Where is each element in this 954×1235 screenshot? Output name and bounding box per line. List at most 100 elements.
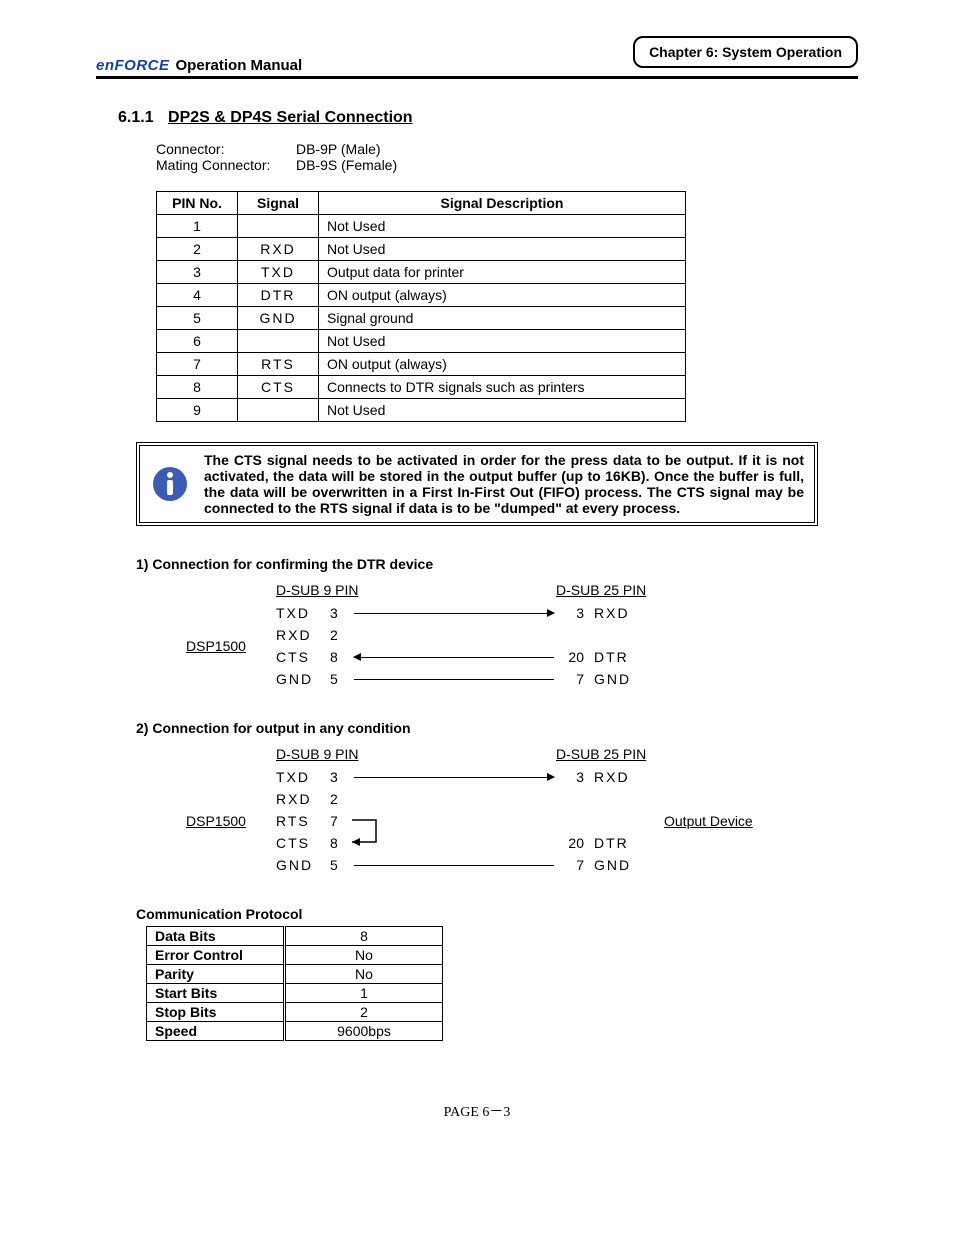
note-box: The CTS signal needs to be activated in … bbox=[136, 442, 818, 526]
proto-val: 9600bps bbox=[285, 1022, 443, 1041]
proto-key: Speed bbox=[147, 1022, 285, 1041]
cell-signal: CTS bbox=[238, 376, 319, 399]
cell-desc: Not Used bbox=[319, 330, 686, 353]
section-title: DP2S & DP4S Serial Connection bbox=[168, 109, 413, 126]
wire-row: CTS820DTR bbox=[276, 832, 654, 854]
wire-sig-right: DTR bbox=[584, 649, 654, 665]
cell-signal bbox=[238, 399, 319, 422]
wire-pin-left: 7 bbox=[330, 813, 350, 829]
cell-pin: 4 bbox=[157, 284, 238, 307]
cell-pin: 5 bbox=[157, 307, 238, 330]
wire-pin-right: 3 bbox=[558, 605, 584, 621]
d2-right-header: D-SUB 25 PIN bbox=[556, 746, 646, 762]
wire-sig-left: TXD bbox=[276, 769, 330, 785]
table-row: 7RTSON output (always) bbox=[157, 353, 686, 376]
wire-pin-right: 20 bbox=[558, 835, 584, 851]
wire-sig-left: GND bbox=[276, 857, 330, 873]
mating-connector-label: Mating Connector: bbox=[156, 157, 296, 173]
proto-key: Stop Bits bbox=[147, 1003, 285, 1022]
cell-signal: GND bbox=[238, 307, 319, 330]
table-row: 6 Not Used bbox=[157, 330, 686, 353]
wire-row: RTS7 bbox=[276, 810, 654, 832]
table-row: Speed9600bps bbox=[147, 1022, 443, 1041]
wire-sig-left: RTS bbox=[276, 813, 330, 829]
proto-key: Parity bbox=[147, 965, 285, 984]
proto-key: Start Bits bbox=[147, 984, 285, 1003]
wire-row: RXD2 bbox=[276, 788, 654, 810]
wire-row: GND57GND bbox=[276, 668, 654, 690]
table-row: Error ControlNo bbox=[147, 946, 443, 965]
wire-diagram-2: D-SUB 9 PIN D-SUB 25 PIN DSP1500 TXD33RX… bbox=[186, 746, 858, 876]
wire-row: TXD33RXD bbox=[276, 766, 654, 788]
brand-logo: enFORCE bbox=[96, 57, 170, 74]
wire-sig-left: CTS bbox=[276, 835, 330, 851]
cell-pin: 3 bbox=[157, 261, 238, 284]
table-row: 2RXDNot Used bbox=[157, 238, 686, 261]
d1-left-header: D-SUB 9 PIN bbox=[276, 582, 396, 598]
cell-desc: ON output (always) bbox=[319, 353, 686, 376]
proto-val: 1 bbox=[285, 984, 443, 1003]
d1-right-header: D-SUB 25 PIN bbox=[556, 582, 646, 598]
cell-pin: 7 bbox=[157, 353, 238, 376]
page-header: enFORCE Operation Manual Chapter 6: Syst… bbox=[96, 36, 858, 74]
brand-line: enFORCE Operation Manual bbox=[96, 57, 302, 74]
cell-desc: Connects to DTR signals such as printers bbox=[319, 376, 686, 399]
wire-pin-right: 3 bbox=[558, 769, 584, 785]
th-pin: PIN No. bbox=[157, 192, 238, 215]
cell-desc: ON output (always) bbox=[319, 284, 686, 307]
table-row: ParityNo bbox=[147, 965, 443, 984]
table-row: 1 Not Used bbox=[157, 215, 686, 238]
cell-signal: RTS bbox=[238, 353, 319, 376]
th-signal: Signal bbox=[238, 192, 319, 215]
diagram1-heading: 1) Connection for confirming the DTR dev… bbox=[136, 556, 858, 572]
protocol-table: Data Bits8Error ControlNoParityNoStart B… bbox=[146, 926, 443, 1041]
table-row: 8CTSConnects to DTR signals such as prin… bbox=[157, 376, 686, 399]
table-row: 3TXDOutput data for printer bbox=[157, 261, 686, 284]
table-row: 5GNDSignal ground bbox=[157, 307, 686, 330]
manual-title: Operation Manual bbox=[176, 57, 303, 74]
header-rule bbox=[96, 76, 858, 79]
proto-key: Error Control bbox=[147, 946, 285, 965]
wire-pin-left: 3 bbox=[330, 605, 350, 621]
proto-key: Data Bits bbox=[147, 927, 285, 946]
wire-sig-left: CTS bbox=[276, 649, 330, 665]
wire-sig-left: GND bbox=[276, 671, 330, 687]
cell-pin: 6 bbox=[157, 330, 238, 353]
wire-pin-left: 2 bbox=[330, 627, 350, 643]
cell-desc: Not Used bbox=[319, 238, 686, 261]
diagram2-heading: 2) Connection for output in any conditio… bbox=[136, 720, 858, 736]
warning-icon bbox=[150, 465, 190, 503]
cell-desc: Not Used bbox=[319, 399, 686, 422]
table-row: Start Bits1 bbox=[147, 984, 443, 1003]
proto-val: 2 bbox=[285, 1003, 443, 1022]
proto-val: No bbox=[285, 965, 443, 984]
table-row: 4DTRON output (always) bbox=[157, 284, 686, 307]
wire-pin-left: 3 bbox=[330, 769, 350, 785]
section-number: 6.1.1 bbox=[118, 109, 154, 127]
cell-signal bbox=[238, 215, 319, 238]
proto-val: No bbox=[285, 946, 443, 965]
wire-sig-right: RXD bbox=[584, 605, 654, 621]
cell-pin: 2 bbox=[157, 238, 238, 261]
wire-sig-left: RXD bbox=[276, 627, 330, 643]
wire-sig-left: TXD bbox=[276, 605, 330, 621]
cell-desc: Not Used bbox=[319, 215, 686, 238]
d2-left-header: D-SUB 9 PIN bbox=[276, 746, 396, 762]
table-row: Stop Bits2 bbox=[147, 1003, 443, 1022]
wire-row: TXD33RXD bbox=[276, 602, 654, 624]
wire-row: RXD2 bbox=[276, 624, 654, 646]
wire-row: GND57GND bbox=[276, 854, 654, 876]
table-row: 9 Not Used bbox=[157, 399, 686, 422]
wire-sig-right: GND bbox=[584, 857, 654, 873]
cell-pin: 9 bbox=[157, 399, 238, 422]
table-row: Data Bits8 bbox=[147, 927, 443, 946]
cell-pin: 1 bbox=[157, 215, 238, 238]
wire-pin-right: 7 bbox=[558, 857, 584, 873]
mating-connector-value: DB-9S (Female) bbox=[296, 157, 397, 173]
connector-value: DB-9P (Male) bbox=[296, 141, 381, 157]
wire-pin-left: 2 bbox=[330, 791, 350, 807]
th-desc: Signal Description bbox=[319, 192, 686, 215]
wire-sig-right: GND bbox=[584, 671, 654, 687]
wire-pin-left: 8 bbox=[330, 649, 350, 665]
cell-signal: RXD bbox=[238, 238, 319, 261]
